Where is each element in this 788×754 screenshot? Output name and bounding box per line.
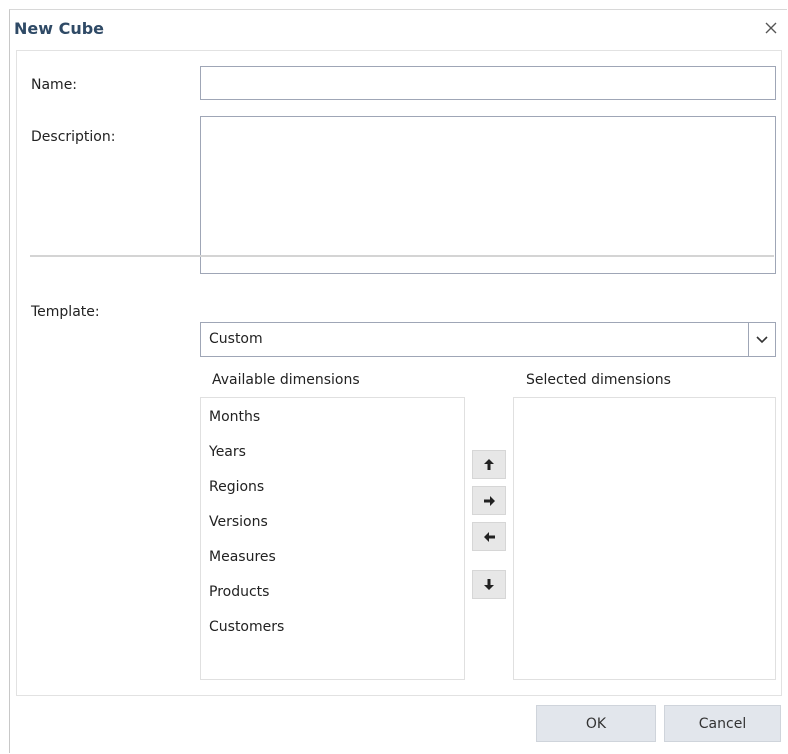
selected-dimensions-header: Selected dimensions	[526, 372, 671, 388]
available-dimensions-header: Available dimensions	[212, 372, 360, 388]
list-item[interactable]: Regions	[209, 479, 264, 495]
close-icon	[765, 22, 777, 34]
cancel-button[interactable]: Cancel	[664, 705, 781, 742]
name-label: Name:	[31, 77, 78, 93]
list-item[interactable]: Years	[209, 444, 246, 460]
move-up-button[interactable]	[472, 450, 506, 479]
move-down-button[interactable]	[472, 570, 506, 599]
selected-dimensions-list[interactable]	[513, 397, 776, 680]
available-dimensions-list[interactable]: Months Years Regions Versions Measures P…	[200, 397, 465, 680]
template-select[interactable]: Custom	[200, 322, 776, 357]
template-label: Template:	[31, 304, 100, 320]
description-input[interactable]	[200, 116, 776, 274]
section-divider	[30, 255, 774, 257]
ok-button[interactable]: OK	[536, 705, 656, 742]
list-item[interactable]: Months	[209, 409, 260, 425]
new-cube-dialog: New Cube Name: Description: Template: Cu…	[9, 9, 787, 753]
list-item[interactable]: Products	[209, 584, 269, 600]
move-left-button[interactable]	[472, 522, 506, 551]
close-button[interactable]	[761, 18, 781, 38]
arrow-right-icon	[483, 495, 495, 506]
arrow-down-icon	[484, 579, 494, 590]
template-dropdown-button[interactable]	[748, 323, 775, 356]
template-select-value: Custom	[209, 331, 263, 347]
list-item[interactable]: Measures	[209, 549, 276, 565]
list-item[interactable]: Versions	[209, 514, 268, 530]
move-right-button[interactable]	[472, 486, 506, 515]
description-label: Description:	[31, 129, 116, 145]
name-input[interactable]	[200, 66, 776, 100]
arrow-left-icon	[483, 531, 495, 542]
arrow-up-icon	[484, 459, 494, 470]
list-item[interactable]: Customers	[209, 619, 284, 635]
dialog-title: New Cube	[14, 19, 105, 38]
chevron-down-icon	[756, 335, 768, 343]
